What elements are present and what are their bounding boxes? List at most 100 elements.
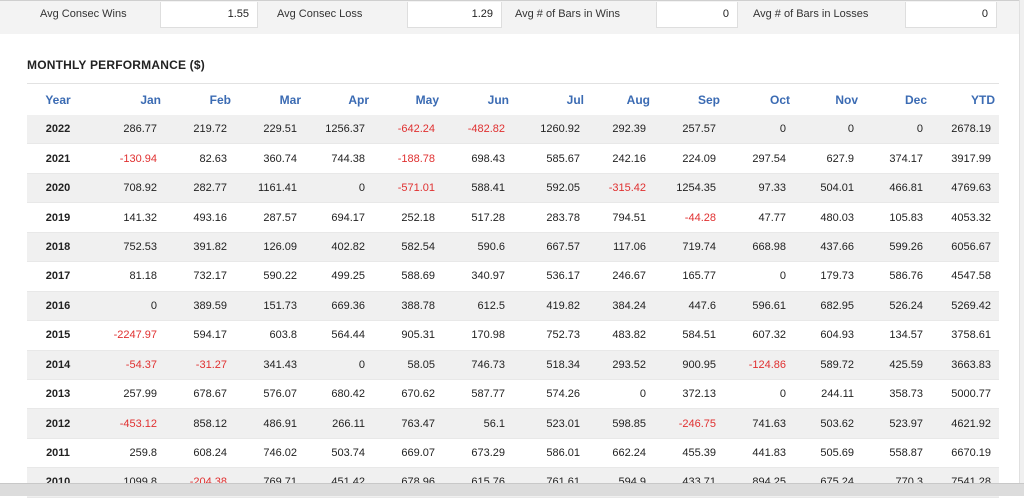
- table-row: 2015 -2247.97 594.17 603.8 564.44 905.31 170.9…: [27, 320, 999, 351]
- table-cell: 4769.63: [931, 173, 999, 204]
- table-cell: 905.31: [373, 320, 443, 351]
- column-header-sep[interactable]: Sep: [654, 84, 724, 116]
- table-cell: 694.17: [305, 202, 373, 233]
- table-cell: 499.25: [305, 261, 373, 292]
- column-header-nov[interactable]: Nov: [794, 84, 862, 116]
- year-cell: 2018: [27, 232, 95, 263]
- column-header-year[interactable]: Year: [27, 84, 95, 116]
- column-header-jul[interactable]: Jul: [513, 84, 588, 116]
- year-cell: 2017: [27, 261, 95, 292]
- table-cell: 229.51: [235, 115, 305, 145]
- table-cell: 590.22: [235, 261, 305, 292]
- table-cell: 574.26: [513, 379, 588, 410]
- table-row: 2021 -130.94 82.63 360.74 744.38 -188.78 698.4…: [27, 143, 999, 174]
- table-cell: 493.16: [165, 202, 235, 233]
- table-cell: 282.77: [165, 173, 235, 204]
- table-cell: 669.07: [373, 438, 443, 469]
- table-cell: -54.37: [95, 350, 165, 380]
- table-cell: 5000.77: [931, 379, 999, 410]
- table-cell: 599.26: [862, 232, 931, 263]
- table-row: 2016 0 389.59 151.73 669.36 388.78 612.5 419.82…: [27, 291, 999, 322]
- table-cell: 667.57: [513, 232, 588, 263]
- table-cell: 503.62: [794, 408, 862, 439]
- table-cell: 518.34: [513, 350, 588, 380]
- stat-value-avg-consec-loss: 1.29: [407, 2, 502, 28]
- year-cell: 2019: [27, 202, 95, 233]
- table-cell: 419.82: [513, 291, 588, 322]
- table-cell: 170.98: [443, 320, 513, 351]
- stat-label-avg-bars-wins: Avg # of Bars in Wins: [515, 8, 620, 20]
- column-header-feb[interactable]: Feb: [165, 84, 235, 116]
- table-cell: 732.17: [165, 261, 235, 292]
- table-cell: 744.38: [305, 143, 373, 174]
- column-header-may[interactable]: May: [373, 84, 443, 116]
- column-header-oct[interactable]: Oct: [724, 84, 794, 116]
- stat-label-avg-consec-wins: Avg Consec Wins: [40, 8, 127, 20]
- table-cell: -2247.97: [95, 320, 165, 351]
- table-cell: 134.57: [862, 320, 931, 351]
- table-cell: -44.28: [654, 202, 724, 233]
- table-cell: 523.97: [862, 408, 931, 439]
- stat-value-avg-bars-wins: 0: [656, 2, 738, 28]
- column-header-mar[interactable]: Mar: [235, 84, 305, 116]
- table-cell: 246.67: [588, 261, 654, 292]
- stat-label-avg-bars-losses: Avg # of Bars in Losses: [753, 8, 869, 20]
- table-cell: 391.82: [165, 232, 235, 263]
- table-cell: 564.44: [305, 320, 373, 351]
- table-cell: -315.42: [588, 173, 654, 204]
- column-header-jan[interactable]: Jan: [95, 84, 165, 116]
- table-cell: 0: [305, 173, 373, 204]
- table-row: 2022 286.77 219.72 229.51 1256.37 -642.24 -482…: [27, 115, 999, 145]
- column-header-jun[interactable]: Jun: [443, 84, 513, 116]
- table-cell: 97.33: [724, 173, 794, 204]
- table-cell: 388.78: [373, 291, 443, 322]
- table-cell: 283.78: [513, 202, 588, 233]
- table-cell: 466.81: [862, 173, 931, 204]
- table-cell: 360.74: [235, 143, 305, 174]
- horizontal-scrollbar[interactable]: [0, 483, 1024, 496]
- table-cell: 582.54: [373, 232, 443, 263]
- column-header-ytd[interactable]: YTD: [931, 84, 999, 116]
- table-cell: 358.73: [862, 379, 931, 410]
- table-cell: 0: [794, 115, 862, 145]
- year-cell: 2012: [27, 408, 95, 439]
- column-header-aug[interactable]: Aug: [588, 84, 654, 116]
- table-cell: 374.17: [862, 143, 931, 174]
- table-cell: 286.77: [95, 115, 165, 145]
- table-cell: 0: [588, 379, 654, 410]
- table-cell: 627.9: [794, 143, 862, 174]
- table-cell: 287.57: [235, 202, 305, 233]
- table-cell: -188.78: [373, 143, 443, 174]
- table-cell: 708.92: [95, 173, 165, 204]
- table-cell: 585.67: [513, 143, 588, 174]
- table-body: 2022 286.77 219.72 229.51 1256.37 -642.24 -482…: [27, 115, 999, 498]
- table-cell: 608.24: [165, 438, 235, 469]
- vertical-scrollbar[interactable]: [1019, 0, 1024, 483]
- table-row: 2014 -54.37 -31.27 341.43 0 58.05 746.73 518.34…: [27, 350, 999, 380]
- year-cell: 2013: [27, 379, 95, 410]
- table-row: 2018 752.53 391.82 126.09 402.82 582.54 590.6 6…: [27, 232, 999, 263]
- table-cell: 82.63: [165, 143, 235, 174]
- table-cell: 81.18: [95, 261, 165, 292]
- table-cell: 604.93: [794, 320, 862, 351]
- table-cell: 1161.41: [235, 173, 305, 204]
- column-header-apr[interactable]: Apr: [305, 84, 373, 116]
- table-cell: 588.41: [443, 173, 513, 204]
- table-cell: 752.73: [513, 320, 588, 351]
- table-header-row: Year Jan Feb Mar Apr May Jun Jul Aug Sep…: [27, 84, 999, 116]
- table-cell: 58.05: [373, 350, 443, 380]
- table-cell: 455.39: [654, 438, 724, 469]
- table-cell: 763.47: [373, 408, 443, 439]
- table-cell: 587.77: [443, 379, 513, 410]
- year-cell: 2021: [27, 143, 95, 174]
- table-row: 2017 81.18 732.17 590.22 499.25 588.69 340.97 5…: [27, 261, 999, 292]
- column-header-dec[interactable]: Dec: [862, 84, 931, 116]
- table-cell: 4621.92: [931, 408, 999, 439]
- table-cell: 588.69: [373, 261, 443, 292]
- table-cell: 603.8: [235, 320, 305, 351]
- table-cell: 746.02: [235, 438, 305, 469]
- table-cell: 179.73: [794, 261, 862, 292]
- year-cell: 2014: [27, 350, 95, 380]
- table-cell: 259.8: [95, 438, 165, 469]
- table-cell: 3663.83: [931, 350, 999, 380]
